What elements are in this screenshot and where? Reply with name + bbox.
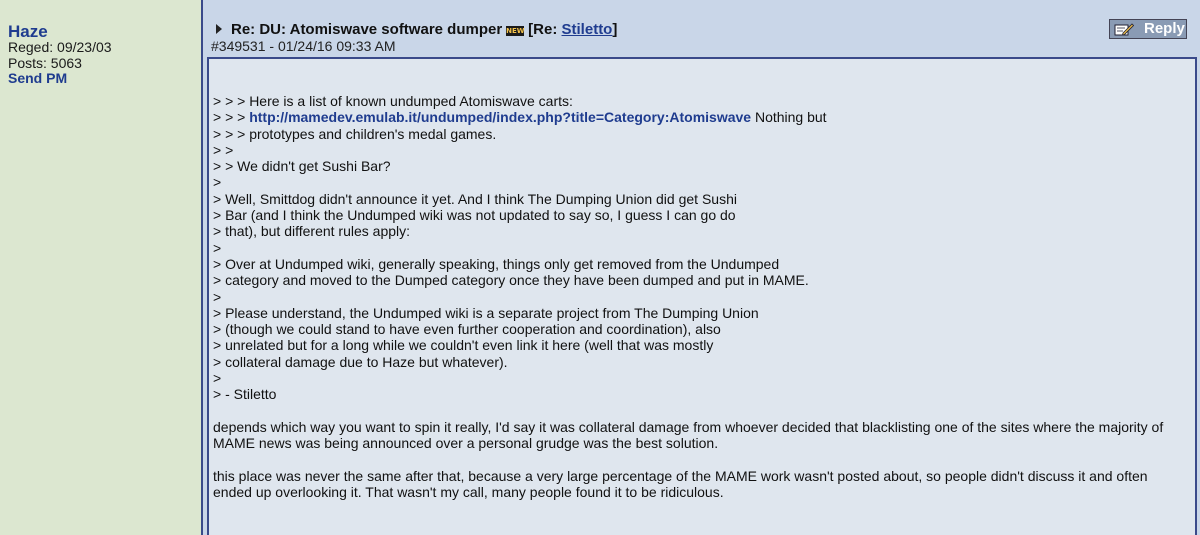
quote-line: > Bar (and I think the Undumped wiki was…: [213, 207, 736, 224]
undumped-wiki-link[interactable]: http://mamedev.emulab.it/undumped/index.…: [249, 109, 751, 125]
quote-line: > - Stiletto: [213, 386, 277, 403]
quote-line: >: [213, 239, 222, 256]
post-message: > > > Here is a list of known undumped A…: [213, 93, 1188, 500]
quote-line: > >: [213, 141, 234, 158]
parent-post-link[interactable]: Stiletto: [562, 21, 613, 38]
author-registered-date: Reged: 09/23/03: [8, 39, 112, 55]
subject-re-open: [Re:: [528, 21, 562, 38]
quote-line: > that), but different rules apply:: [213, 223, 411, 240]
quote-line: > > We didn't get Sushi Bar?: [213, 158, 391, 175]
quote-prefix: > > >: [213, 109, 250, 126]
quote-line: > category and moved to the Dumped categ…: [213, 272, 809, 289]
post-header: Re: DU: Atomiswave software dumper NEW [Re…: [207, 16, 1197, 56]
quote-line: >: [213, 174, 222, 191]
send-pm-link[interactable]: Send PM: [8, 70, 67, 86]
quote-line: > Well, Smittdog didn't announce it yet.…: [213, 190, 737, 207]
pencil-paper-icon: [1114, 23, 1134, 36]
post-number-and-date: #349531 - 01/24/16 09:33 AM: [211, 38, 396, 54]
quote-line: > Over at Undumped wiki, generally speak…: [213, 255, 780, 272]
post-subject: Re: DU: Atomiswave software dumper NEW [Re…: [231, 21, 617, 38]
author-sidebar: Haze Reged: 09/23/03 Posts: 5063 Send PM: [0, 0, 203, 535]
quote-line: > unrelated but for a long while we coul…: [213, 337, 714, 354]
quote-line: > (though we could stand to have even fu…: [213, 321, 721, 338]
subject-re-close: ]: [612, 21, 618, 38]
forum-post: Haze Reged: 09/23/03 Posts: 5063 Send PM…: [0, 0, 1200, 535]
new-badge-icon: NEW: [506, 26, 525, 36]
quote-line: > > > prototypes and children's medal ga…: [213, 125, 497, 142]
quote-suffix: Nothing but: [751, 109, 827, 126]
quote-line: >: [213, 370, 222, 387]
quote-line: > > > Here is a list of known undumped A…: [213, 93, 573, 109]
reply-paragraph: this place was never the same after that…: [213, 467, 1148, 501]
quote-line: > Please understand, the Undumped wiki i…: [213, 304, 759, 321]
reply-button-label: Reply: [1144, 20, 1185, 37]
quote-line: >: [213, 288, 222, 305]
post-body: > > > Here is a list of known undumped A…: [207, 59, 1197, 535]
triangle-right-icon[interactable]: [216, 24, 222, 34]
subject-text: Re: DU: Atomiswave software dumper: [231, 21, 503, 38]
reply-button[interactable]: Reply: [1109, 19, 1187, 39]
quote-line: > collateral damage due to Haze but what…: [213, 353, 508, 370]
author-post-count: Posts: 5063: [8, 55, 82, 71]
reply-paragraph: depends which way you want to spin it re…: [213, 418, 1164, 452]
quote-line: > > > http://mamedev.emulab.it/undumped/…: [213, 109, 1188, 125]
